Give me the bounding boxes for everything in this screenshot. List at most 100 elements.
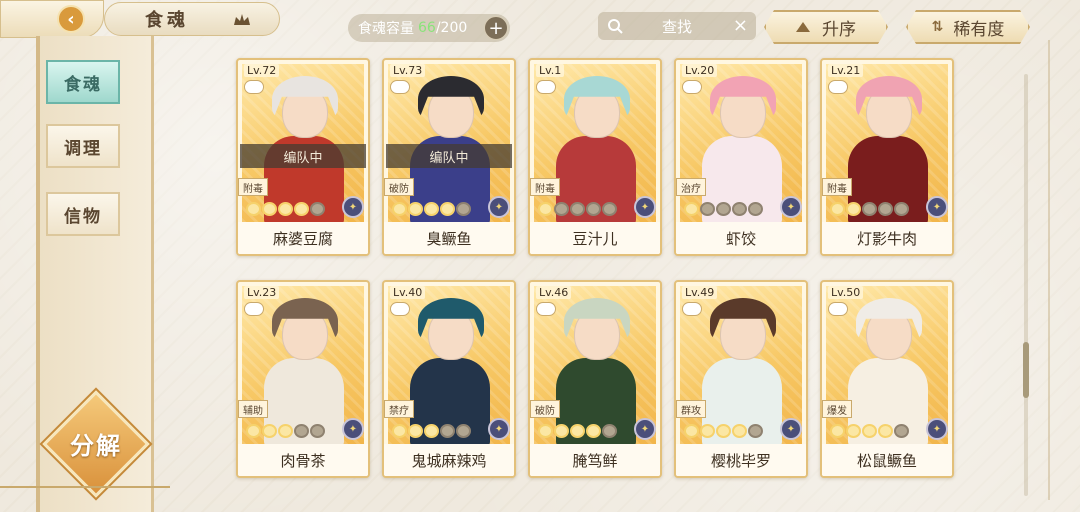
food-soul-card[interactable]: Lv.1 附毒 ✦ 豆汁儿	[528, 58, 662, 256]
scrollbar-track[interactable]	[1024, 74, 1028, 496]
star-icon	[310, 202, 325, 216]
search-placeholder: 查找	[661, 17, 692, 36]
sidebar-item-token[interactable]: 信物	[46, 192, 120, 236]
star-rating	[684, 424, 763, 438]
page-title: 食魂	[145, 10, 189, 31]
sidebar-item-food-soul[interactable]: 食魂	[46, 60, 120, 104]
scrollbar-thumb[interactable]	[1023, 342, 1029, 398]
status-badge-icon	[536, 302, 556, 316]
level-label: Lv.23	[244, 286, 280, 299]
star-icon	[424, 424, 439, 438]
rarity-icon: ✦	[342, 196, 364, 218]
level-label: Lv.49	[682, 286, 718, 299]
star-icon	[748, 202, 763, 216]
capacity-current: 66	[418, 20, 436, 36]
sort-ascending-button[interactable]: 升序	[764, 10, 888, 44]
add-capacity-button[interactable]: +	[484, 16, 508, 40]
sidebar-item-label: 食魂	[64, 74, 102, 95]
status-badge-icon	[536, 80, 556, 94]
level-label: Lv.20	[682, 64, 718, 77]
star-icon	[408, 202, 423, 216]
back-button[interactable]: ‹	[0, 0, 104, 38]
character-name: 灯影牛肉	[822, 222, 952, 254]
star-icon	[716, 424, 731, 438]
food-soul-card[interactable]: Lv.73 编队中 破防 ✦ 臭鳜鱼	[382, 58, 516, 256]
star-icon	[262, 424, 277, 438]
star-icon	[456, 424, 471, 438]
level-label: Lv.73	[390, 64, 426, 77]
rarity-icon: ✦	[634, 196, 656, 218]
star-icon	[408, 424, 423, 438]
character-name: 豆汁儿	[530, 222, 660, 254]
crown-icon	[234, 14, 250, 25]
role-tag: 群攻	[676, 400, 706, 418]
star-icon	[424, 202, 439, 216]
status-badge-icon	[828, 302, 848, 316]
star-icon	[830, 202, 845, 216]
status-badge-icon	[244, 302, 264, 316]
star-rating	[246, 202, 325, 216]
star-icon	[684, 424, 699, 438]
star-icon	[862, 424, 877, 438]
search-icon	[608, 19, 623, 34]
sidebar-item-cultivate[interactable]: 调理	[46, 124, 120, 168]
character-name: 肉骨茶	[238, 444, 368, 476]
food-soul-card[interactable]: Lv.50 爆发 ✦ 松鼠鳜鱼	[820, 280, 954, 478]
character-name: 樱桃毕罗	[676, 444, 806, 476]
star-icon	[586, 202, 601, 216]
sidebar-item-label: 调理	[64, 138, 102, 159]
star-rating	[684, 202, 763, 216]
food-soul-card[interactable]: Lv.72 编队中 附毒 ✦ 麻婆豆腐	[236, 58, 370, 256]
rarity-icon: ✦	[926, 196, 948, 218]
food-soul-card[interactable]: Lv.20 治疗 ✦ 虾饺	[674, 58, 808, 256]
role-tag: 治疗	[676, 178, 706, 196]
star-icon	[894, 202, 909, 216]
character-name: 松鼠鳜鱼	[822, 444, 952, 476]
divider	[1048, 40, 1050, 500]
food-soul-card[interactable]: Lv.49 群攻 ✦ 樱桃毕罗	[674, 280, 808, 478]
sort-asc-label: 升序	[822, 19, 856, 40]
clear-icon[interactable]: ×	[733, 15, 748, 36]
decompose-label: 分解	[70, 432, 122, 460]
food-soul-card[interactable]: Lv.23 辅助 ✦ 肉骨茶	[236, 280, 370, 478]
star-icon	[262, 202, 277, 216]
star-rating	[246, 424, 325, 438]
star-icon	[246, 202, 261, 216]
star-icon	[294, 424, 309, 438]
star-icon	[748, 424, 763, 438]
star-rating	[830, 202, 909, 216]
star-icon	[846, 424, 861, 438]
level-label: Lv.72	[244, 64, 280, 77]
star-icon	[538, 202, 553, 216]
star-rating	[392, 424, 471, 438]
role-tag: 破防	[384, 178, 414, 196]
role-tag: 禁疗	[384, 400, 414, 418]
rarity-icon: ✦	[488, 418, 510, 440]
star-icon	[684, 202, 699, 216]
character-name: 麻婆豆腐	[238, 222, 368, 254]
search-input[interactable]: 查找 ×	[598, 12, 756, 40]
star-icon	[570, 202, 585, 216]
status-badge-icon	[390, 302, 410, 316]
sort-rarity-button[interactable]: ⇅ 稀有度	[906, 10, 1030, 44]
status-badge-icon	[682, 302, 702, 316]
status-badge-icon	[390, 80, 410, 94]
character-name: 腌笃鲜	[530, 444, 660, 476]
star-icon	[294, 202, 309, 216]
star-icon	[700, 202, 715, 216]
food-soul-card[interactable]: Lv.21 附毒 ✦ 灯影牛肉	[820, 58, 954, 256]
role-tag: 附毒	[822, 178, 852, 196]
star-icon	[392, 424, 407, 438]
star-icon	[878, 202, 893, 216]
star-icon	[554, 202, 569, 216]
food-soul-card[interactable]: Lv.40 禁疗 ✦ 鬼城麻辣鸡	[382, 280, 516, 478]
character-name: 鬼城麻辣鸡	[384, 444, 514, 476]
star-icon	[862, 202, 877, 216]
food-soul-card[interactable]: Lv.46 破防 ✦ 腌笃鲜	[528, 280, 662, 478]
star-icon	[278, 202, 293, 216]
role-tag: 辅助	[238, 400, 268, 418]
star-icon	[456, 202, 471, 216]
level-label: Lv.40	[390, 286, 426, 299]
star-icon	[554, 424, 569, 438]
in-team-tag: 编队中	[240, 144, 366, 168]
